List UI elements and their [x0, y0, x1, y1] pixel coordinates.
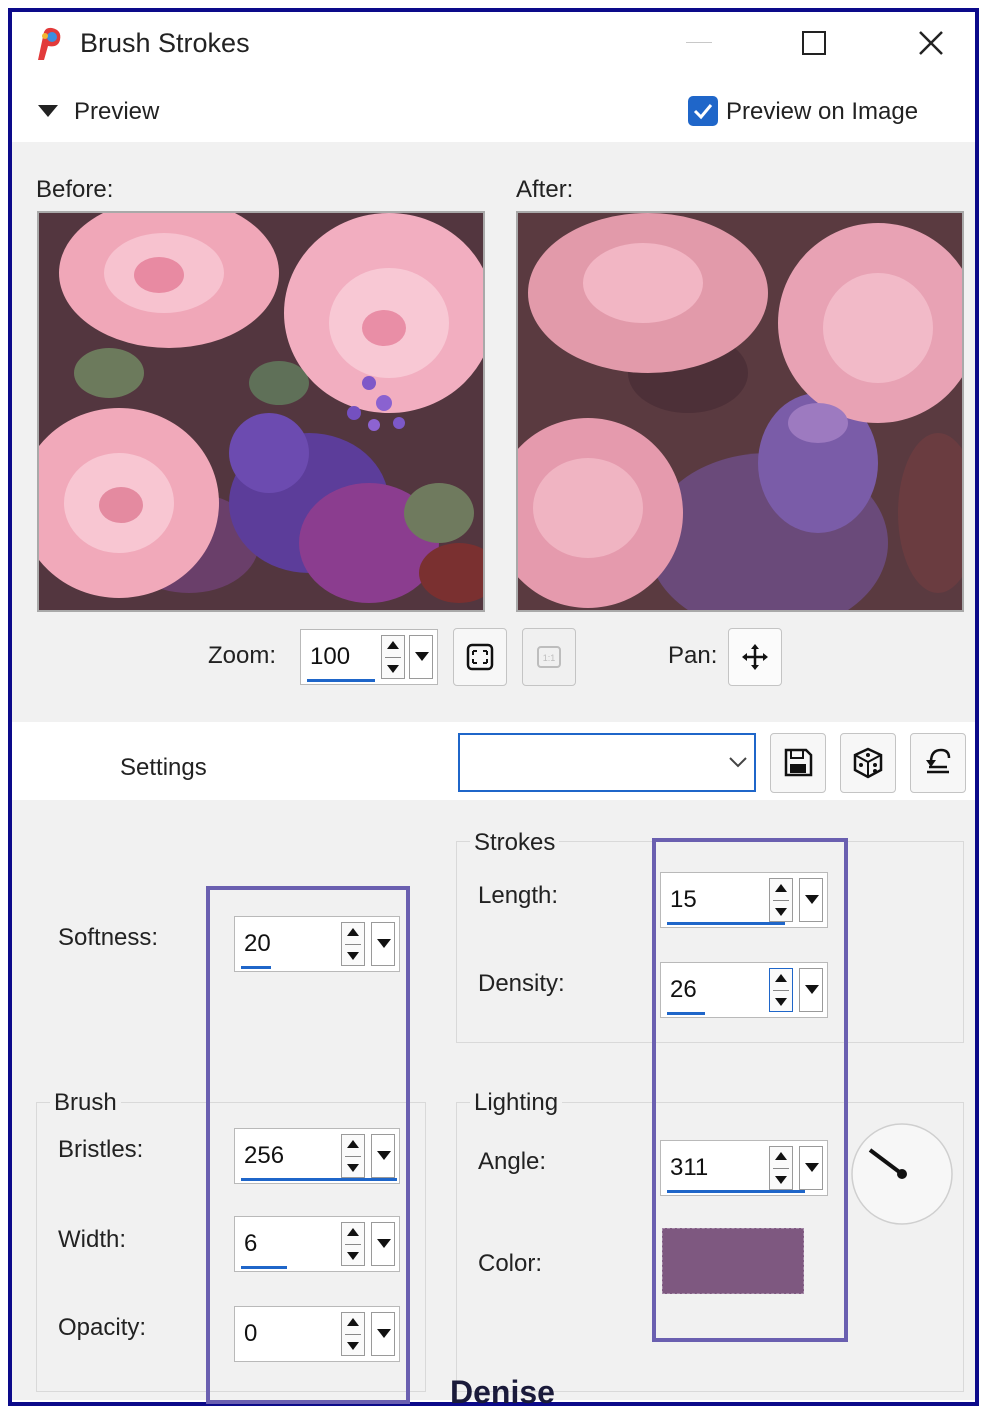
- bristles-label: Bristles:: [58, 1136, 144, 1163]
- highlight-box-left: [206, 886, 410, 1404]
- watermark-text: Denise: [450, 1374, 555, 1410]
- fit-icon: [466, 643, 494, 671]
- preview-on-image-label: Preview on Image: [726, 98, 919, 125]
- zoom-dropdown-button[interactable]: [409, 635, 433, 679]
- close-button[interactable]: [916, 28, 946, 58]
- minimize-button[interactable]: [686, 42, 712, 43]
- window-title: Brush Strokes: [80, 28, 250, 58]
- save-icon: [784, 748, 813, 777]
- reset-icon: [926, 748, 951, 774]
- after-label: After:: [516, 176, 574, 203]
- zoom-label: Zoom:: [208, 642, 277, 669]
- length-label: Length:: [478, 882, 559, 909]
- strokes-group-label: Strokes: [470, 829, 560, 857]
- app-icon: [32, 24, 68, 64]
- angle-dial[interactable]: [850, 1122, 954, 1226]
- checkmark-icon: [693, 104, 713, 120]
- opacity-label: Opacity:: [58, 1314, 147, 1341]
- softness-label: Softness:: [58, 924, 159, 951]
- zoom-stepper[interactable]: [381, 635, 405, 679]
- save-preset-button[interactable]: [770, 733, 826, 793]
- dice-icon: [853, 747, 883, 779]
- svg-text:1:1: 1:1: [543, 653, 556, 663]
- preset-dropdown[interactable]: [458, 733, 756, 792]
- width-label: Width:: [58, 1226, 127, 1253]
- preview-section-label[interactable]: Preview: [74, 98, 159, 126]
- reset-button[interactable]: [910, 733, 966, 793]
- before-preview-image[interactable]: [37, 211, 485, 612]
- before-label: Before:: [36, 176, 114, 203]
- pan-label: Pan:: [668, 642, 718, 669]
- actual-size-icon: 1:1: [537, 646, 561, 668]
- after-preview-image[interactable]: [516, 211, 964, 612]
- highlight-box-right: [652, 838, 848, 1342]
- zoom-value[interactable]: 100: [310, 643, 350, 671]
- maximize-button[interactable]: [802, 31, 826, 55]
- density-label: Density:: [478, 970, 565, 997]
- randomize-button[interactable]: [840, 733, 896, 793]
- preview-on-image-checkbox[interactable]: [688, 96, 718, 126]
- move-icon: [742, 644, 768, 670]
- color-label: Color:: [478, 1250, 543, 1277]
- chevron-down-icon: [729, 757, 747, 768]
- actual-size-button[interactable]: 1:1: [522, 628, 576, 686]
- zoom-to-fit-button[interactable]: [453, 628, 507, 686]
- pan-button[interactable]: [728, 628, 782, 686]
- zoom-underline: [307, 679, 375, 682]
- angle-dial-icon: [851, 1123, 953, 1225]
- zoom-spinbox[interactable]: 100: [300, 629, 438, 685]
- brush-group-label: Brush: [50, 1089, 121, 1117]
- close-icon: [919, 31, 943, 55]
- angle-label: Angle:: [478, 1148, 547, 1175]
- lighting-group-label: Lighting: [470, 1089, 563, 1117]
- collapse-triangle-icon[interactable]: [38, 105, 58, 117]
- settings-label: Settings: [120, 754, 207, 781]
